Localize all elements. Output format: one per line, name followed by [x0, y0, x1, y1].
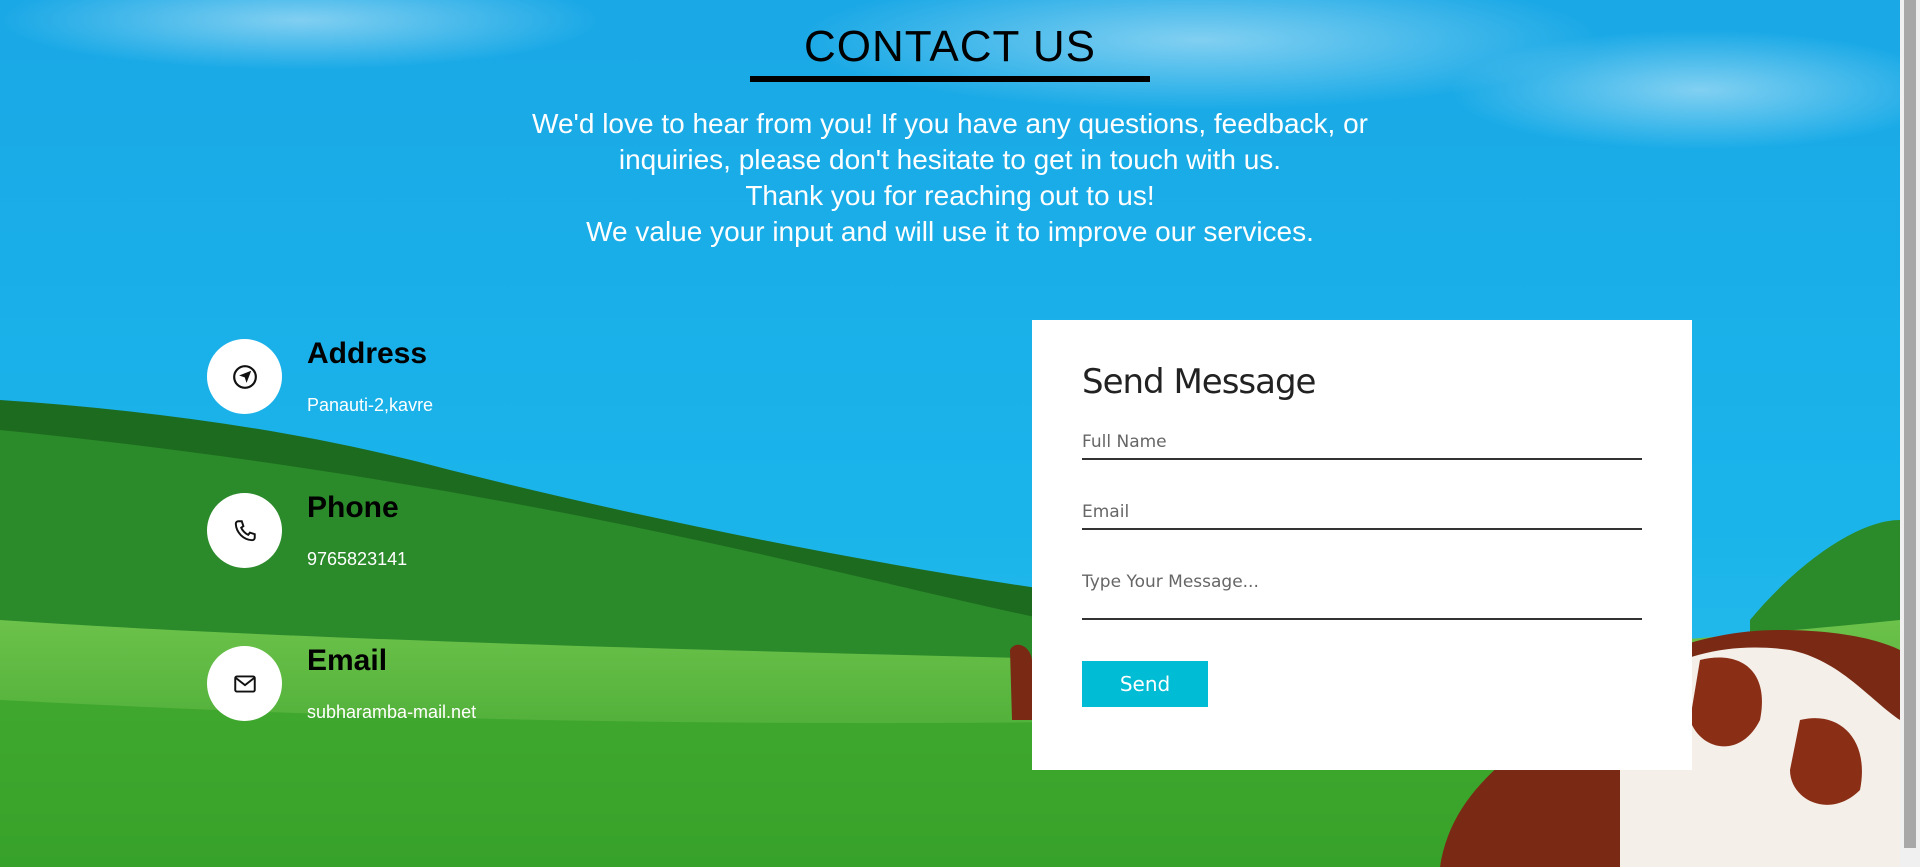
scrollbar-thumb[interactable] [1904, 0, 1916, 848]
phone-icon-circle [207, 493, 282, 568]
email-field [1082, 502, 1642, 530]
phone-label: Phone [307, 491, 399, 524]
email-input[interactable] [1082, 502, 1642, 522]
intro-line: We value your input and will use it to i… [586, 216, 1314, 247]
full-name-field [1082, 432, 1642, 460]
intro-line: Thank you for reaching out to us! [745, 180, 1155, 211]
email-label: Email [307, 644, 388, 677]
navigation-icon [232, 364, 257, 389]
message-field [1082, 572, 1642, 620]
send-button[interactable]: Send [1082, 661, 1208, 707]
intro-text: We'd love to hear from you! If you have … [430, 106, 1470, 250]
phone-icon [234, 519, 256, 541]
form-title: Send Message [1082, 362, 1316, 402]
address-value: Panauti-2,kavre [307, 395, 434, 415]
intro-line: We'd love to hear from you! If you have … [532, 108, 1368, 139]
contact-section: CONTACT US We'd love to hear from you! I… [0, 0, 1900, 867]
send-message-form: Send Message Send [1032, 320, 1692, 770]
full-name-input[interactable] [1082, 432, 1642, 452]
scrollbar[interactable] [1900, 0, 1920, 867]
address-icon-circle [207, 339, 282, 414]
phone-value: 9765823141 [307, 549, 408, 569]
address-info: Address Panauti-2,kavre [207, 337, 807, 419]
phone-info: Phone 9765823141 [207, 491, 807, 573]
mail-icon [233, 674, 256, 693]
address-label: Address [307, 337, 428, 370]
email-icon-circle [207, 646, 282, 721]
message-input[interactable] [1082, 572, 1642, 612]
page-title: CONTACT US [804, 22, 1096, 71]
email-info: Email subharamba-mail.net [207, 644, 807, 726]
title-underline [750, 76, 1150, 82]
email-value: subharamba-mail.net [307, 702, 477, 722]
intro-line: inquiries, please don't hesitate to get … [618, 144, 1282, 175]
